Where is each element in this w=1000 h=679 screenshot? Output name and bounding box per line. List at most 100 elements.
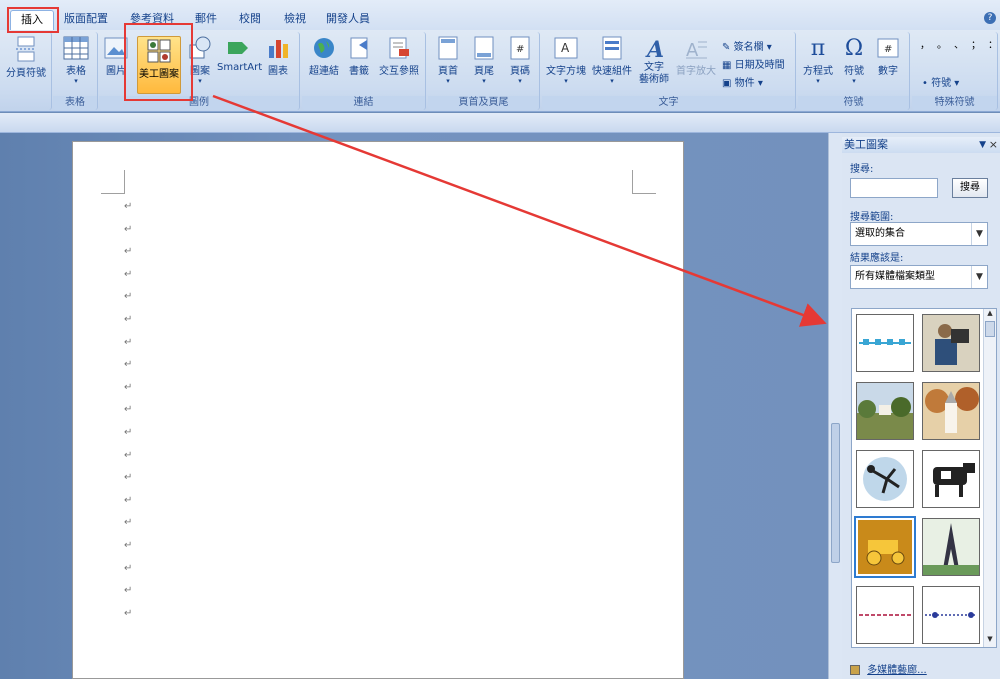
crossref-icon	[389, 37, 409, 59]
tab-mailings[interactable]: 郵件	[188, 10, 224, 30]
border-pattern-icon	[859, 339, 911, 345]
symbol-label: 符號	[844, 66, 864, 77]
document-scrollbar[interactable]	[828, 133, 842, 679]
clipart-thumb-photographer[interactable]	[922, 314, 980, 372]
group-header-footer-label: 頁首及頁尾	[428, 96, 539, 110]
results-scroll-thumb[interactable]	[985, 321, 995, 337]
search-scope-select[interactable]: 選取的集合 ▼	[850, 222, 988, 246]
chart-button[interactable]: 圖表	[263, 36, 293, 77]
scroll-up-icon[interactable]: ▲	[984, 309, 996, 321]
crossref-button[interactable]: 交互參照	[376, 36, 422, 77]
page-break-icon	[16, 36, 36, 62]
clipart-thumb-eiffel[interactable]	[922, 518, 980, 576]
hyperlink-button[interactable]: 超連結	[306, 36, 342, 77]
tab-developer[interactable]: 開發人員	[322, 10, 374, 30]
equation-dropdown-icon: ▾	[816, 77, 820, 85]
paragraph-mark: ↵	[124, 314, 133, 325]
results-type-select[interactable]: 所有媒體檔案類型 ▼	[850, 265, 988, 289]
results-type-value: 所有媒體檔案類型	[855, 271, 935, 282]
svg-text:A: A	[561, 41, 570, 55]
textbox-button[interactable]: A 文字方塊 ▾	[544, 36, 588, 85]
results-type-label: 結果應該是:	[850, 253, 904, 264]
clipart-results: ▲ ▼	[851, 308, 997, 648]
signature-icon: ✎	[722, 42, 731, 53]
smartart-icon	[228, 42, 248, 54]
table-button[interactable]: 表格 ▾	[57, 36, 95, 85]
page-number-label: 頁碼	[510, 66, 530, 77]
chart-icon	[269, 40, 288, 58]
group-header-footer: 頁首 ▾ 頁尾 ▾ # 頁碼 ▾ 頁首及頁尾	[428, 32, 540, 110]
clipart-thumb-falling-man[interactable]	[856, 450, 914, 508]
equation-button[interactable]: π 方程式 ▾	[800, 36, 836, 85]
footer-dropdown-icon: ▾	[482, 77, 486, 85]
paragraph-mark: ↵	[124, 540, 133, 551]
results-scrollbar[interactable]: ▲ ▼	[983, 309, 996, 647]
group-text-label: 文字	[542, 96, 795, 110]
clipart-thumb-landscape[interactable]	[856, 382, 914, 440]
document-page[interactable]	[72, 141, 684, 679]
clipart-thumb-church[interactable]	[922, 382, 980, 440]
number-button[interactable]: # 數字	[872, 36, 904, 77]
document-scroll-thumb[interactable]	[831, 423, 840, 563]
footer-button[interactable]: 頁尾 ▾	[468, 36, 500, 85]
svg-text:#: #	[516, 44, 524, 55]
smartart-label: SmartArt	[217, 62, 263, 73]
paragraph-mark: ↵	[124, 291, 133, 303]
page-number-button[interactable]: # 頁碼 ▾	[504, 36, 536, 85]
wordart-icon: A	[645, 37, 664, 60]
clipart-thumb-cow[interactable]	[922, 450, 980, 508]
paragraph-mark: ↵	[124, 201, 133, 212]
bookmark-button[interactable]: 書籤	[344, 36, 374, 77]
special-symbol-icon: •	[922, 78, 928, 89]
help-icon[interactable]: ?	[984, 12, 996, 24]
footer-label: 頁尾	[474, 66, 494, 77]
clipart-thumb-tractor[interactable]	[854, 516, 916, 578]
border-pattern-icon	[859, 614, 911, 616]
clipart-thumb-border2[interactable]	[856, 586, 914, 644]
search-button[interactable]: 搜尋	[952, 178, 988, 198]
group-symbols-label: 符號	[798, 96, 909, 110]
paragraph-mark: ↵	[124, 472, 133, 484]
tab-page-layout[interactable]: 版面配置	[60, 10, 112, 30]
tractor-icon	[858, 520, 912, 574]
special-chars-grid[interactable]: ，。、；：？	[920, 38, 1000, 53]
object-button[interactable]: ▣ 物件 ▾	[722, 74, 763, 89]
symbol-button[interactable]: Ω 符號 ▾	[838, 36, 870, 85]
pane-menu-icon[interactable]: ▼	[979, 137, 986, 153]
page-break-button[interactable]: 分頁符號	[2, 36, 50, 79]
clipart-task-pane: 美工圖案 ▼ × 搜尋: 搜尋 搜尋範圍: 選取的集合 ▼ 結果應該是: 所有媒…	[842, 133, 1000, 679]
signature-line-button[interactable]: ✎ 簽名欄 ▾	[722, 38, 772, 53]
search-scope-label: 搜尋範圍:	[850, 212, 894, 223]
group-special-symbols: ，。、；：？ • 符號 ▾ 特殊符號	[912, 32, 1000, 110]
quickparts-button[interactable]: 快速組件 ▾	[590, 36, 634, 85]
paragraph-mark: ↵	[124, 449, 133, 461]
header-button[interactable]: 頁首 ▾	[432, 36, 464, 85]
clipart-thumb-border3[interactable]	[922, 586, 980, 644]
special-symbol-button[interactable]: • 符號 ▾	[922, 74, 959, 89]
globe-icon	[314, 38, 334, 58]
border-pattern-icon	[925, 612, 977, 618]
svg-text:A: A	[686, 40, 699, 60]
organize-clips-link[interactable]: 多媒體藝廊...	[850, 661, 927, 676]
group-special-symbols-label: 特殊符號	[912, 96, 997, 110]
eiffel-tower-icon	[923, 519, 979, 575]
paragraph-mark: ↵	[124, 404, 133, 416]
pane-close-icon[interactable]: ×	[989, 137, 998, 153]
smartart-button[interactable]: SmartArt	[217, 36, 263, 73]
margin-corner-top-right	[632, 170, 656, 194]
header-dropdown-icon: ▾	[446, 77, 450, 85]
dropcap-button[interactable]: A 首字放大	[674, 36, 718, 77]
datetime-button[interactable]: ▦ 日期及時間	[722, 56, 785, 71]
tab-review[interactable]: 校閱	[232, 10, 268, 30]
chevron-down-icon: ▼	[971, 266, 987, 288]
clipart-thumb-border[interactable]	[856, 314, 914, 372]
page-number-icon: #	[510, 36, 530, 60]
photographer-icon	[923, 315, 979, 371]
group-table-label: 表格	[53, 96, 97, 110]
tab-view[interactable]: 檢視	[277, 10, 313, 30]
paragraph-mark: ↵	[124, 223, 133, 235]
scroll-down-icon[interactable]: ▼	[984, 635, 996, 647]
wordart-button[interactable]: A 文字 藝術師	[634, 36, 674, 86]
pane-header: 美工圖案 ▼ ×	[842, 137, 1000, 153]
search-input[interactable]	[850, 178, 938, 198]
